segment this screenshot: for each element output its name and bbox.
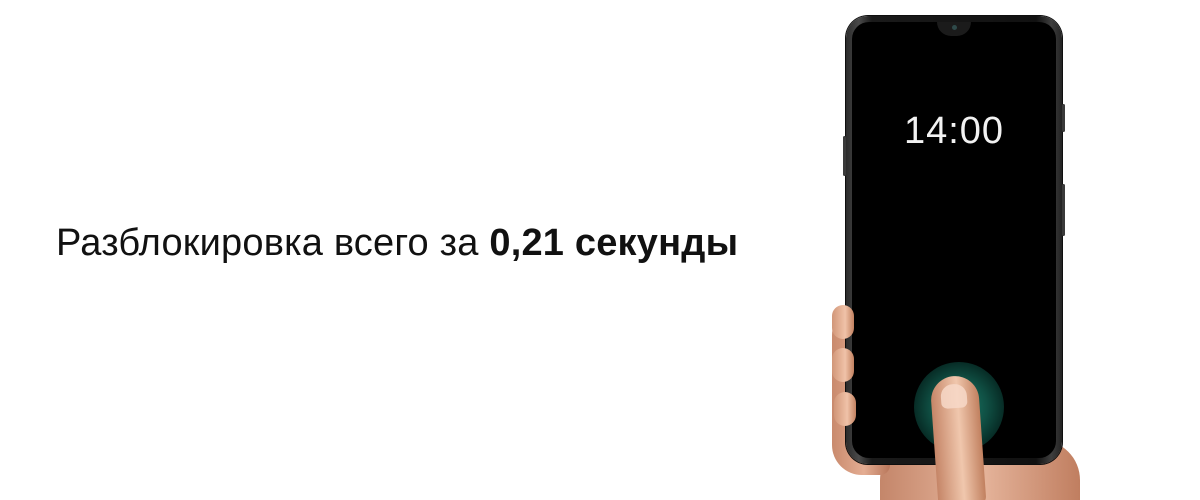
headline: Разблокировка всего за 0,21 секунды xyxy=(56,222,738,265)
hand-finger-image xyxy=(832,305,854,339)
phone-side-button xyxy=(1062,104,1065,132)
hand-finger-image xyxy=(834,392,856,426)
phone-side-button xyxy=(1062,184,1065,236)
front-camera-icon xyxy=(951,25,957,30)
hand-finger-image xyxy=(832,348,854,382)
headline-normal-text: Разблокировка всего за xyxy=(56,222,490,264)
hand-thumb-image xyxy=(929,374,987,500)
thumb-nail-image xyxy=(940,383,968,410)
promo-banner: Разблокировка всего за 0,21 секунды 14:0… xyxy=(0,0,1200,500)
phone-notch xyxy=(937,22,971,36)
phone-side-button xyxy=(843,136,846,176)
lockscreen-clock: 14:00 xyxy=(903,110,1005,152)
headline-bold-text: 0,21 секунды xyxy=(489,222,739,264)
